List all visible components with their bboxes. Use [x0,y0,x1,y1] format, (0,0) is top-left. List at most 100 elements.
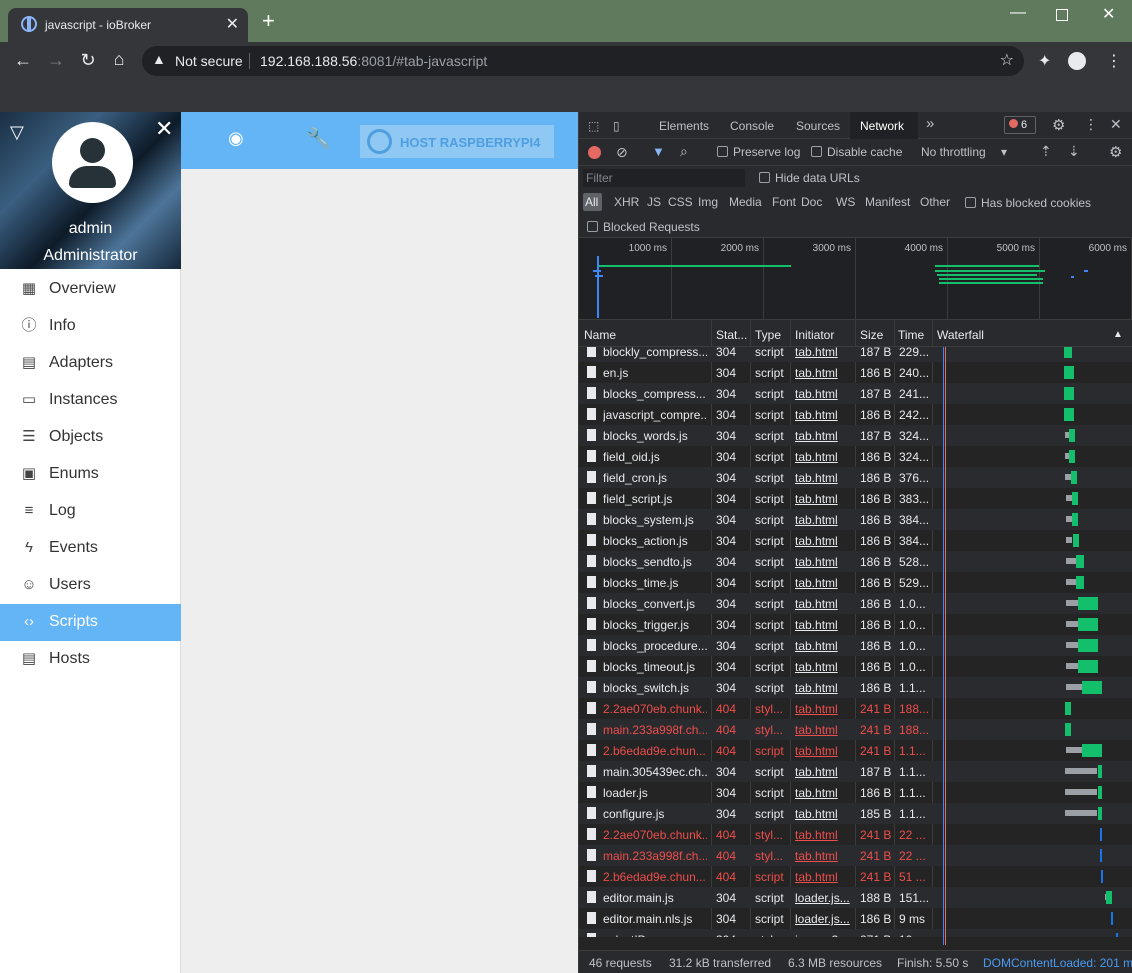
request-initiator[interactable]: tab.html [795,723,851,737]
record-icon[interactable] [588,146,601,159]
browser-tab[interactable]: javascript - ioBroker ✕ [8,8,248,42]
request-list[interactable]: blockly_compress... 304 script tab.html 187 … [579,347,1132,937]
tab-sources[interactable]: Sources [796,119,840,133]
inspect-icon[interactable]: ⬚ [588,119,599,133]
export-icon[interactable]: ⇣ [1068,143,1080,160]
search-icon[interactable]: ⌕ [680,143,688,160]
home-icon[interactable]: ⌂ [108,49,130,70]
sidebar-item-log[interactable]: ≡ Log [0,493,181,530]
table-row[interactable]: 2.2ae070eb.chunk... 404 styl... tab.html 241… [579,824,1132,845]
profile-icon[interactable] [1068,52,1086,70]
request-initiator[interactable]: tab.html [795,347,851,359]
minimize-button[interactable]: — [1010,4,1026,22]
extensions-icon[interactable]: ✦ [1038,51,1051,71]
tab-network[interactable]: Network [850,112,918,139]
request-initiator[interactable]: loader.js... [795,912,851,926]
table-row[interactable]: blocks_action.js 304 script tab.html 186 B 38… [579,530,1132,551]
back-icon[interactable]: ← [12,50,34,71]
sidebar-item-instances[interactable]: ▭ Instances [0,382,181,419]
menu-dots-icon[interactable]: ⋮ [1084,116,1098,133]
col-type[interactable]: Type [755,328,781,342]
error-count-badge[interactable]: 6 [1004,116,1036,134]
network-settings-icon[interactable]: ⚙ [1109,143,1122,161]
menu-dots-icon[interactable]: ⋮ [1106,51,1122,71]
table-row[interactable]: blocks_convert.js 304 script tab.html 186 B 1… [579,593,1132,614]
type-filter-media[interactable]: Media [729,195,762,209]
table-row[interactable]: blocks_compress... 304 script tab.html 187 B… [579,383,1132,404]
request-initiator[interactable]: tab.html [795,660,851,674]
settings-gear-icon[interactable]: ⚙ [1052,116,1065,134]
wrench-icon[interactable]: 🔧 [306,126,331,151]
bookmark-star-icon[interactable]: ☆ [1000,50,1014,70]
table-row[interactable]: blocks_system.js 304 script tab.html 186 B 38… [579,509,1132,530]
sidebar-item-objects[interactable]: ☰ Objects [0,419,181,456]
sidebar-item-overview[interactable]: ▦ Overview [0,271,181,308]
table-row[interactable]: blocks_time.js 304 script tab.html 186 B 529.… [579,572,1132,593]
type-filter-css[interactable]: CSS [668,195,693,209]
table-row[interactable]: editor.main.js 304 script loader.js... 188 B… [579,887,1132,908]
sidebar-item-events[interactable]: ϟ Events [0,530,181,567]
table-row[interactable]: 2.b6edad9e.chun... 404 script tab.html 241 B… [579,866,1132,887]
table-row[interactable]: main.233a998f.ch... 404 styl... tab.html 241… [579,845,1132,866]
table-row[interactable]: blocks_timeout.js 304 script tab.html 186 B 1… [579,656,1132,677]
col-time[interactable]: Time [898,328,924,342]
device-toggle-icon[interactable]: ▯ [613,119,620,133]
close-window-button[interactable]: ✕ [1102,4,1115,24]
timeline-overview[interactable]: 1000 ms 2000 ms 3000 ms 4000 ms 5000 ms 6000 … [579,238,1132,320]
type-filter-other[interactable]: Other [920,195,950,209]
preserve-log-checkbox[interactable]: Preserve log [717,145,800,159]
more-tabs-icon[interactable]: » [926,115,934,132]
type-filter-img[interactable]: Img [698,195,718,209]
col-status[interactable]: Stat... [716,328,747,342]
type-filter-doc[interactable]: Doc [801,195,822,209]
request-initiator[interactable]: tab.html [795,849,851,863]
throttling-select[interactable]: No throttling ▾ [921,145,1007,159]
col-name[interactable]: Name [584,328,616,342]
type-filter-xhr[interactable]: XHR [614,195,639,209]
request-initiator[interactable]: tab.html [795,450,851,464]
type-filter-manifest[interactable]: Manifest [865,195,910,209]
request-initiator[interactable]: tab.html [795,366,851,380]
filter-input[interactable]: Filter [583,169,745,187]
import-icon[interactable]: ⇡ [1040,143,1052,160]
table-row[interactable]: field_oid.js 304 script tab.html 186 B 324... [579,446,1132,467]
close-sidebar-icon[interactable]: ✕ [155,116,173,142]
request-initiator[interactable]: tab.html [795,513,851,527]
type-filter-js[interactable]: JS [647,195,661,209]
request-initiator[interactable]: tab.html [795,471,851,485]
forward-icon[interactable]: → [45,50,67,71]
table-row[interactable]: main.305439ec.ch... 304 script tab.html 187 … [579,761,1132,782]
reload-icon[interactable]: ↻ [77,50,99,71]
request-initiator[interactable]: jquery-3... [795,933,851,937]
close-tab-icon[interactable]: ✕ [226,14,239,34]
has-blocked-cookies-checkbox[interactable]: Has blocked cookies [965,196,1091,210]
tab-elements[interactable]: Elements [659,119,709,133]
url-text[interactable]: 192.168.188.56:8081/#tab-javascript [260,53,487,69]
table-row[interactable]: 2.b6edad9e.chun... 404 script tab.html 241 B… [579,740,1132,761]
type-filter-ws[interactable]: WS [836,195,855,209]
table-row[interactable]: en.js 304 script tab.html 186 B 240... [579,362,1132,383]
table-row[interactable]: blocks_trigger.js 304 script tab.html 186 B 1… [579,614,1132,635]
table-row[interactable]: editor.main.nls.js 304 script loader.js... 1… [579,908,1132,929]
sidebar-item-hosts[interactable]: ▤ Hosts [0,641,181,678]
request-initiator[interactable]: tab.html [795,618,851,632]
sidebar-item-scripts[interactable]: ‹› Scripts [0,604,181,641]
table-row[interactable]: 2.2ae070eb.chunk... 404 styl... tab.html 241… [579,698,1132,719]
request-initiator[interactable]: tab.html [795,492,851,506]
request-initiator[interactable]: tab.html [795,555,851,569]
close-devtools-icon[interactable]: ✕ [1110,116,1122,133]
request-initiator[interactable]: tab.html [795,765,851,779]
sidebar-item-enums[interactable]: ▣ Enums [0,456,181,493]
request-initiator[interactable]: tab.html [795,870,851,884]
filter-funnel-icon[interactable]: ▼ [652,144,665,159]
maximize-button[interactable] [1056,9,1068,21]
request-initiator[interactable]: loader.js... [795,891,851,905]
table-row[interactable]: blocks_words.js 304 script tab.html 187 B 324… [579,425,1132,446]
table-row[interactable]: configure.js 304 script tab.html 185 B 1.1... [579,803,1132,824]
eye-icon[interactable]: ◉ [228,128,244,149]
table-row[interactable]: javascript_compre... 304 script tab.html 186… [579,404,1132,425]
request-initiator[interactable]: tab.html [795,639,851,653]
request-initiator[interactable]: tab.html [795,576,851,590]
table-row[interactable]: field_script.js 304 script tab.html 186 B 383… [579,488,1132,509]
new-tab-button[interactable]: + [262,10,275,32]
